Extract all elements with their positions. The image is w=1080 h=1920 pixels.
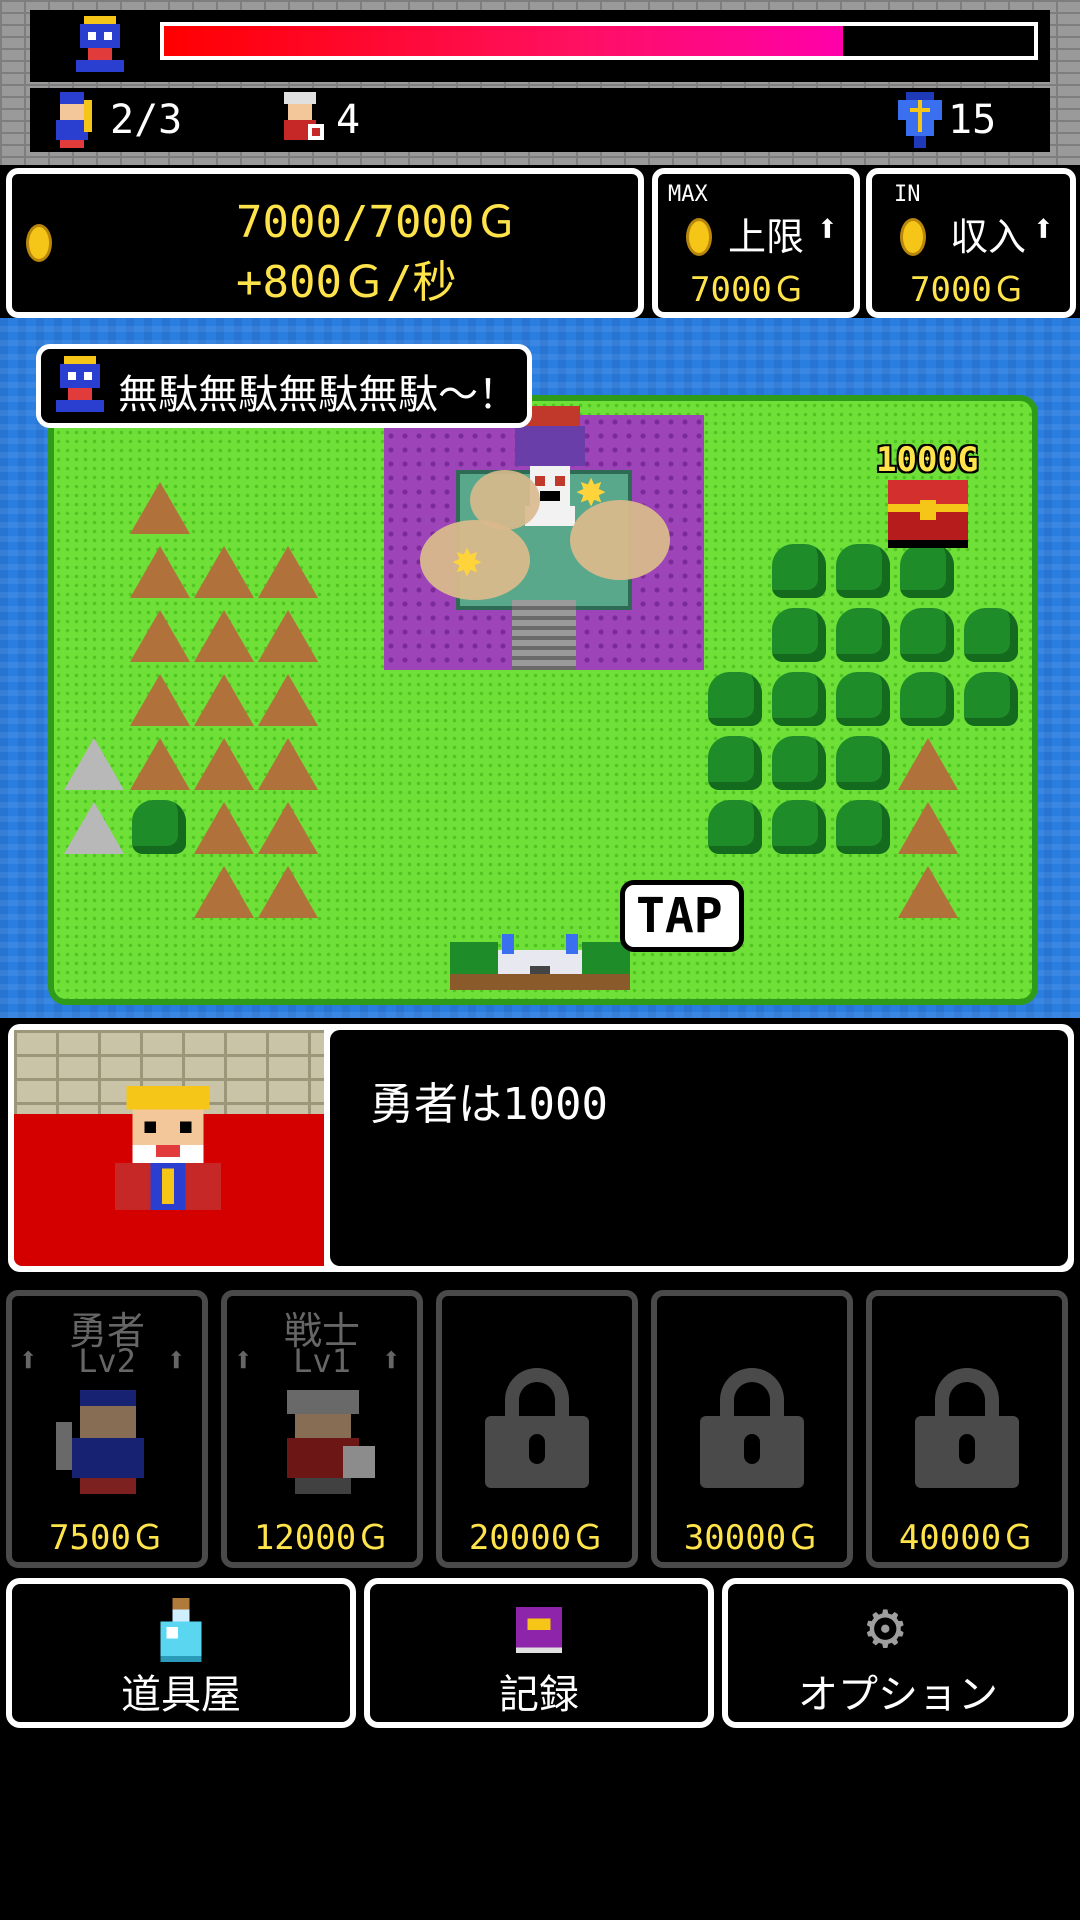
tree: [772, 736, 826, 790]
locked-3-price: 20000Ｇ: [468, 1518, 606, 1558]
mountain: [258, 866, 318, 918]
gear-icon: ⚙: [866, 1590, 905, 1664]
income-label: 収入: [950, 215, 1027, 259]
mountain: [898, 738, 958, 790]
tree: [900, 608, 954, 662]
crystal-count: 15: [948, 97, 997, 143]
records-label: 記録: [499, 1672, 579, 1718]
crystal-icon: [894, 92, 946, 148]
warrior-price: 12000Ｇ: [253, 1518, 391, 1558]
tree: [900, 672, 954, 726]
mountain: [194, 866, 254, 918]
tree: [836, 544, 890, 598]
mountain: [898, 866, 958, 918]
gold-amount: 7000/7000Ｇ: [236, 197, 519, 248]
tree: [900, 544, 954, 598]
lock-keyhole: [529, 1434, 545, 1464]
warrior-count: 4: [336, 97, 361, 143]
hero-price: 7500Ｇ: [49, 1518, 165, 1558]
tree: [772, 544, 826, 598]
hero-count: 2/3: [110, 97, 183, 143]
explosion-spark-icon: ✸: [576, 460, 607, 518]
max-price: 7000Ｇ: [690, 270, 806, 310]
tree: [708, 672, 762, 726]
income-price: 7000Ｇ: [910, 270, 1026, 310]
town-icon[interactable]: [450, 926, 630, 990]
arrow-up-icon: ⬆: [18, 1340, 39, 1380]
warrior-sprite: [271, 1390, 375, 1494]
mountain: [130, 610, 190, 662]
mountain: [194, 610, 254, 662]
tree: [772, 800, 826, 854]
tree: [836, 672, 890, 726]
castle-stairs: [512, 600, 576, 670]
tree: [836, 800, 890, 854]
mountain: [194, 546, 254, 598]
tree: [132, 800, 186, 854]
coin-icon: [26, 224, 52, 262]
dialogue-box[interactable]: [330, 1030, 1068, 1266]
max-label: 上限: [728, 215, 805, 259]
arrow-up-icon: ⬆: [1032, 206, 1055, 250]
mountain: [258, 674, 318, 726]
book-icon: [510, 1600, 568, 1660]
options-label: オプション: [798, 1672, 998, 1718]
coin-icon: [686, 218, 712, 256]
treasure-chest-icon[interactable]: [888, 480, 968, 548]
mountain: [130, 738, 190, 790]
hero-count-icon: [44, 92, 100, 148]
gold-rate: +800Ｇ/秒: [236, 257, 457, 308]
mountain: [258, 802, 318, 854]
treasure-label: 1000G: [876, 440, 979, 480]
arrow-up-icon: ⬆: [233, 1340, 254, 1380]
locked-4-price: 30000Ｇ: [683, 1518, 821, 1558]
mountain: [130, 546, 190, 598]
boss-portrait-icon: [72, 16, 128, 72]
king-portrait: [108, 1086, 228, 1210]
hero-sprite: [56, 1390, 160, 1494]
mountain: [194, 738, 254, 790]
arrow-up-icon: ⬆: [166, 1340, 187, 1380]
mountain: [194, 674, 254, 726]
mountain: [898, 802, 958, 854]
mountain: [258, 738, 318, 790]
boss-hp-track: [160, 22, 1038, 60]
lock-keyhole: [959, 1434, 975, 1464]
boss-hp-fill: [164, 26, 843, 56]
rock: [64, 802, 124, 854]
mountain: [194, 802, 254, 854]
tree: [964, 608, 1018, 662]
arrow-up-icon: ⬆: [816, 206, 839, 250]
tree: [708, 800, 762, 854]
item-shop-label: 道具屋: [121, 1672, 241, 1718]
tap-label: TAP: [636, 888, 723, 944]
tree: [964, 672, 1018, 726]
dust-cloud: [470, 470, 540, 530]
mountain: [258, 610, 318, 662]
tree: [772, 672, 826, 726]
rock: [64, 738, 124, 790]
mountain: [130, 482, 190, 534]
potion-icon: [154, 1598, 208, 1662]
arrow-up-icon: ⬆: [381, 1340, 402, 1380]
tree: [772, 608, 826, 662]
boss-face-icon: [52, 356, 108, 412]
warrior-count-icon: [272, 92, 328, 148]
max-tag: MAX: [668, 182, 708, 207]
explosion-spark-icon: ✸: [452, 530, 483, 588]
locked-5-price: 40000Ｇ: [898, 1518, 1036, 1558]
lock-keyhole: [744, 1434, 760, 1464]
mountain: [130, 674, 190, 726]
tree: [836, 736, 890, 790]
tree: [708, 736, 762, 790]
mountain: [258, 546, 318, 598]
boss-speech-text: 無駄無駄無駄無駄〜！: [118, 372, 518, 418]
in-tag: IN: [894, 182, 921, 207]
dialogue-text: 勇者は1000: [370, 1079, 608, 1130]
tree: [836, 608, 890, 662]
coin-icon: [900, 218, 926, 256]
